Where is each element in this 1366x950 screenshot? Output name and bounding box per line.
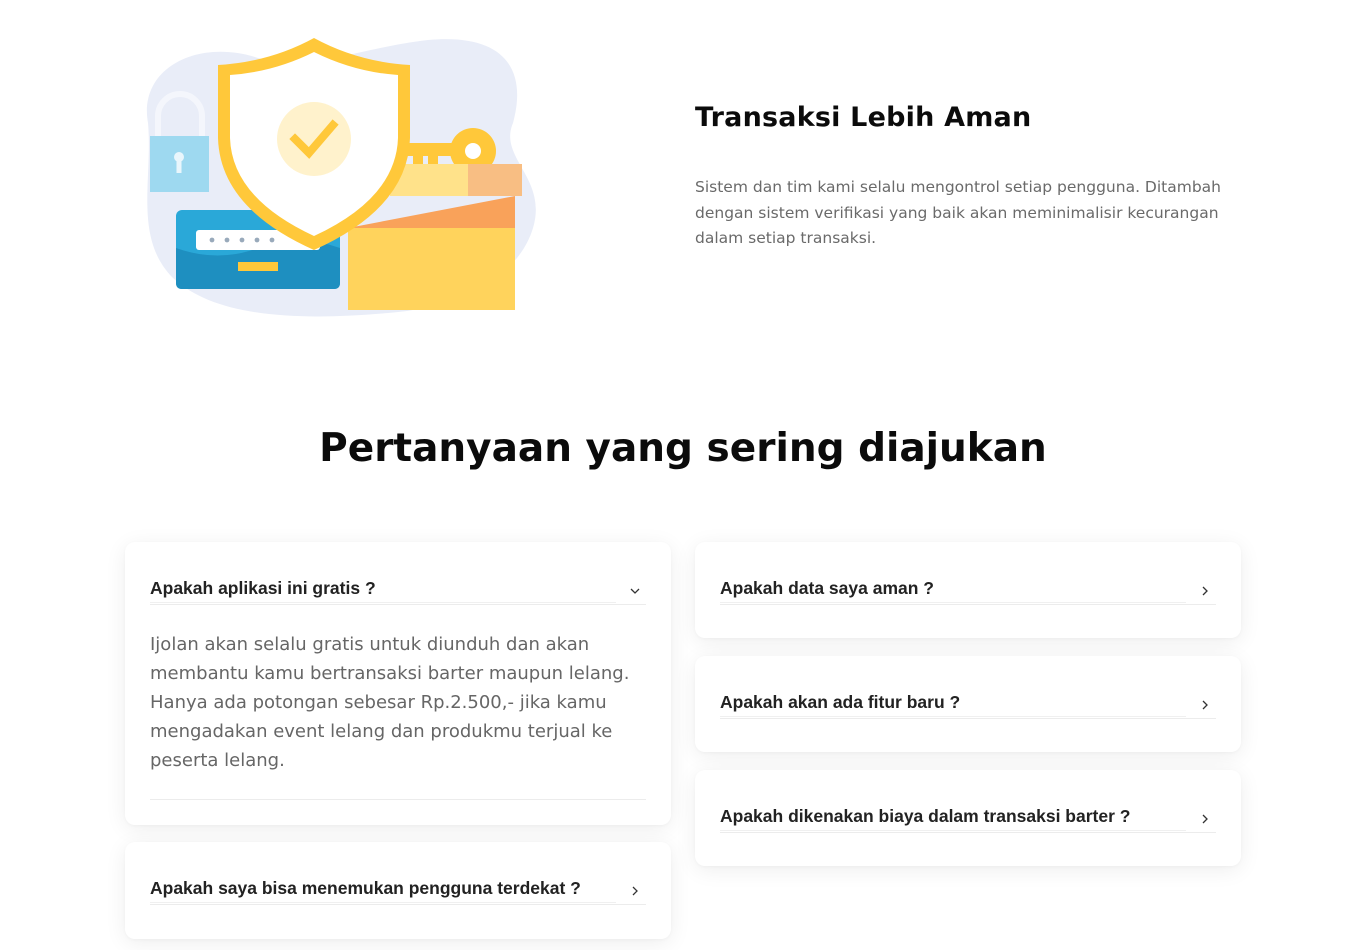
faq-question[interactable]: Apakah dikenakan biaya dalam transaksi b… [720,806,1186,831]
faq-question[interactable]: Apakah data saya aman ? [720,578,1186,603]
faq-item-expanded[interactable]: Apakah aplikasi ini gratis ? Ijolan akan… [125,542,671,825]
chevron-right-icon[interactable] [1198,698,1212,712]
faq-item[interactable]: Apakah akan ada fitur baru ? [695,656,1241,752]
faq-question-row[interactable]: Apakah akan ada fitur baru ? [720,692,1216,719]
feature-description: Sistem dan tim kami selalu mengontrol se… [695,178,1222,247]
chevron-down-icon[interactable] [628,584,642,598]
faq-question[interactable]: Apakah akan ada fitur baru ? [720,692,1186,717]
chevron-right-icon[interactable] [1198,584,1212,598]
faq-question-row[interactable]: Apakah dikenakan biaya dalam transaksi b… [720,806,1216,833]
faq-question[interactable]: Apakah saya bisa menemukan pengguna terd… [150,878,616,903]
faq-item[interactable]: Apakah saya bisa menemukan pengguna terd… [125,842,671,939]
faq-question-row[interactable]: Apakah saya bisa menemukan pengguna terd… [150,878,646,905]
chevron-right-icon[interactable] [628,884,642,898]
faq-question-row[interactable]: Apakah data saya aman ? [720,578,1216,605]
divider [150,799,646,800]
faq-item[interactable]: Apakah data saya aman ? [695,542,1241,638]
faq-question-row[interactable]: Apakah aplikasi ini gratis ? [150,578,646,605]
security-illustration [146,38,536,317]
faq-question[interactable]: Apakah aplikasi ini gratis ? [150,578,616,603]
faq-answer: Ijolan akan selalu gratis untuk diunduh … [150,634,630,771]
feature-title: Transaksi Lebih Aman [695,102,1032,133]
faq-heading: Pertanyaan yang sering diajukan [319,426,1047,471]
chevron-right-icon[interactable] [1198,812,1212,826]
faq-item[interactable]: Apakah dikenakan biaya dalam transaksi b… [695,770,1241,866]
